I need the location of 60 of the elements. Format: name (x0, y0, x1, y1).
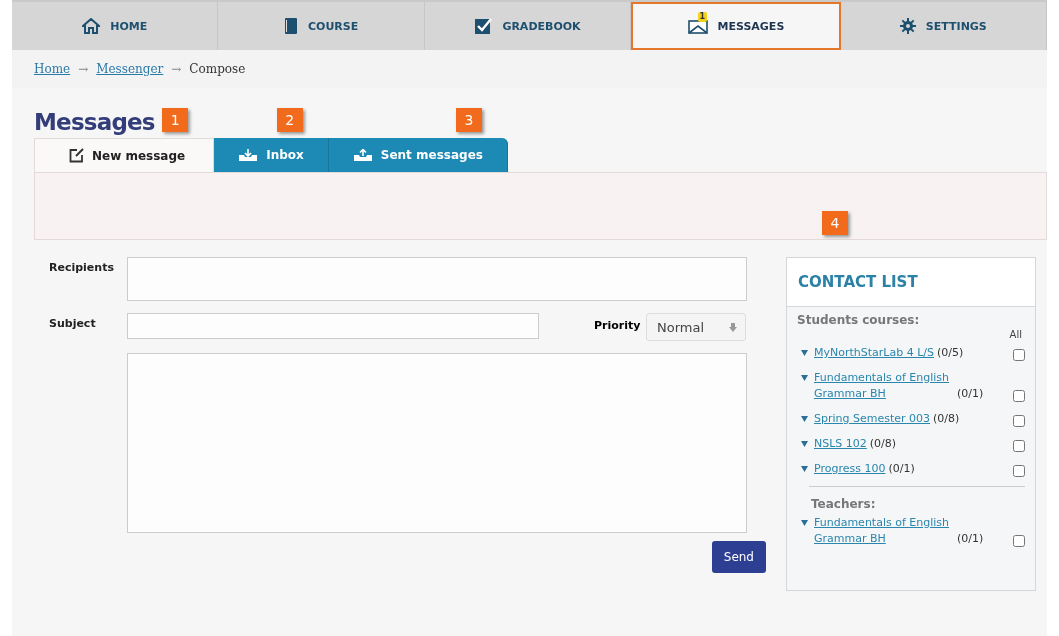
envelope-icon (687, 18, 708, 34)
callout-marker: 3 (455, 108, 482, 132)
callout-marker: 4 (822, 211, 848, 235)
contact-checkbox[interactable] (1013, 440, 1025, 452)
message-field[interactable] (127, 353, 747, 533)
field-label: Recipients (48, 260, 115, 274)
field-label: Priority (594, 318, 642, 332)
member-count: (0/1) (957, 531, 984, 547)
contact-checkbox[interactable] (1013, 390, 1025, 402)
expand-triangle-icon[interactable] (801, 520, 808, 526)
breadcrumb-current: Compose (189, 62, 246, 76)
tray-icon (352, 148, 373, 162)
gear-icon (899, 18, 916, 34)
course-link[interactable]: Progress 100 (814, 461, 886, 477)
contact-checkbox[interactable] (1013, 535, 1025, 547)
member-count: (0/8) (933, 411, 960, 427)
contact-checkbox[interactable] (1013, 349, 1025, 361)
breadcrumb-separator: → (171, 62, 182, 76)
checkbox-icon (474, 17, 493, 35)
tab[interactable]: Inbox (214, 138, 329, 172)
breadcrumb-separator: → (78, 62, 89, 76)
breadcrumb-link[interactable]: Messenger (96, 62, 164, 76)
course-link[interactable]: Fundamentals of English Grammar BH (814, 515, 954, 547)
contact-checkbox[interactable] (1013, 415, 1025, 427)
course-link[interactable]: Spring Semester 003 (814, 411, 931, 427)
contact-checkbox[interactable] (1013, 465, 1025, 477)
tab[interactable]: Sent messages (328, 138, 508, 172)
expand-triangle-icon[interactable] (801, 350, 808, 356)
subject-field[interactable] (127, 313, 539, 339)
down-arrow-icon (729, 322, 737, 332)
edit-icon (69, 148, 84, 163)
contact-list-title: CONTACT LIST (787, 258, 1035, 307)
course-link[interactable]: Fundamentals of English Grammar BH (814, 370, 954, 402)
course-link[interactable]: NSLS 102 (814, 436, 867, 452)
book-icon (283, 17, 298, 35)
member-count: (0/8) (869, 436, 897, 452)
tray-icon (238, 148, 259, 162)
callout-marker: 2 (276, 108, 303, 132)
expand-triangle-icon[interactable] (801, 416, 808, 422)
expand-triangle-icon[interactable] (801, 441, 808, 447)
page-title: Messages (34, 108, 155, 136)
nav-tab[interactable]: 1 MESSAGES (631, 2, 841, 50)
all-label: All (1009, 329, 1022, 341)
group-title: Students courses: (797, 313, 921, 327)
recipients-field[interactable] (127, 257, 747, 301)
member-count: (0/1) (957, 386, 984, 402)
course-link[interactable]: MyNorthStarLab 4 L/S (814, 345, 934, 361)
tab[interactable]: New message (34, 138, 215, 172)
callout-marker: 1 (162, 108, 189, 132)
breadcrumb-link[interactable]: Home (34, 62, 71, 76)
expand-triangle-icon[interactable] (801, 375, 808, 381)
member-count: (0/1) (888, 461, 915, 477)
notification-badge: 1 (697, 12, 708, 22)
home-icon (82, 18, 101, 34)
field-label: Subject (48, 316, 97, 330)
group-title: Teachers: (810, 497, 877, 511)
expand-triangle-icon[interactable] (801, 466, 808, 472)
send-button[interactable]: Send (711, 541, 766, 573)
member-count: (0/5) (937, 345, 964, 361)
priority-dropdown[interactable]: Normal (646, 313, 746, 341)
